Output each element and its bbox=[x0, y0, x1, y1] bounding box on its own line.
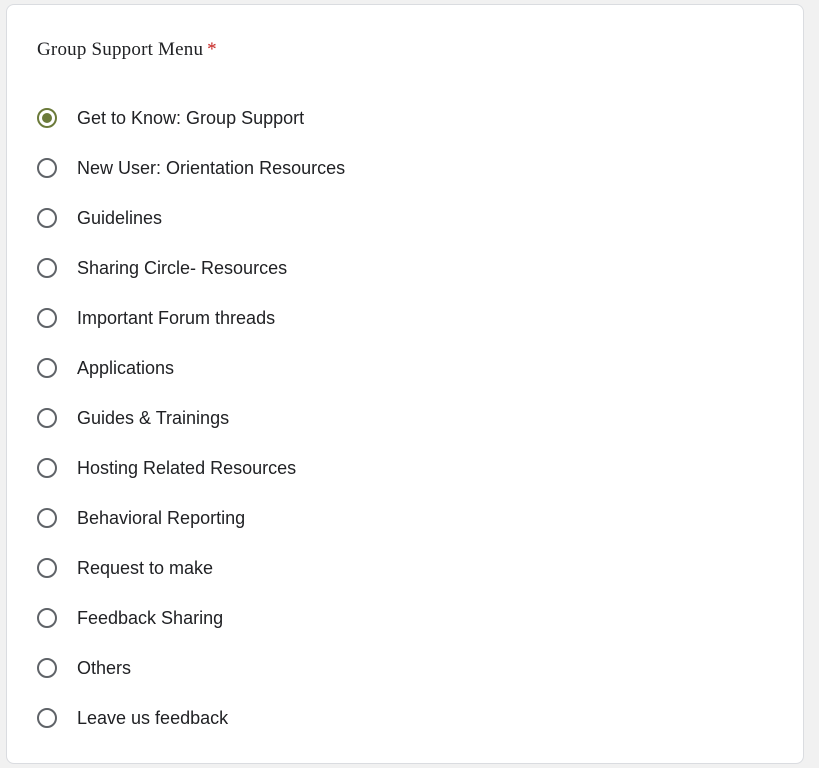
radio-option-forum-threads[interactable]: Important Forum threads bbox=[37, 293, 777, 343]
option-label: New User: Orientation Resources bbox=[77, 157, 346, 178]
option-label: Applications bbox=[77, 357, 175, 378]
option-label: Get to Know: Group Support bbox=[77, 107, 305, 128]
radio-option-applications[interactable]: Applications bbox=[37, 343, 777, 393]
radio-button[interactable] bbox=[37, 408, 57, 428]
radio-option-sharing-circle[interactable]: Sharing Circle- Resources bbox=[37, 243, 777, 293]
option-label: Behavioral Reporting bbox=[77, 507, 246, 528]
option-label: Leave us feedback bbox=[77, 707, 229, 728]
question-title: Group Support Menu * bbox=[37, 39, 217, 61]
option-label: Feedback Sharing bbox=[77, 607, 224, 628]
radio-button[interactable] bbox=[37, 258, 57, 278]
radio-button[interactable] bbox=[37, 308, 57, 328]
radio-button[interactable] bbox=[37, 358, 57, 378]
radio-option-hosting-resources[interactable]: Hosting Related Resources bbox=[37, 443, 777, 493]
radio-button[interactable] bbox=[37, 108, 57, 128]
option-label: Request to make bbox=[77, 557, 214, 578]
radio-option-request-to-make[interactable]: Request to make bbox=[37, 543, 777, 593]
option-label: Guidelines bbox=[77, 207, 163, 228]
question-card: Group Support Menu * Get to Know: Group S… bbox=[6, 4, 804, 764]
radio-option-behavioral-reporting[interactable]: Behavioral Reporting bbox=[37, 493, 777, 543]
required-asterisk: * bbox=[207, 39, 217, 60]
radio-option-others[interactable]: Others bbox=[37, 643, 777, 693]
radio-option-feedback-sharing[interactable]: Feedback Sharing bbox=[37, 593, 777, 643]
radio-group: Get to Know: Group Support New User: Ori… bbox=[37, 93, 777, 743]
option-label: Sharing Circle- Resources bbox=[77, 257, 288, 278]
radio-button[interactable] bbox=[37, 608, 57, 628]
radio-button[interactable] bbox=[37, 208, 57, 228]
radio-option-guides-trainings[interactable]: Guides & Trainings bbox=[37, 393, 777, 443]
radio-option-get-to-know[interactable]: Get to Know: Group Support bbox=[37, 93, 777, 143]
option-label: Important Forum threads bbox=[77, 307, 276, 328]
radio-button[interactable] bbox=[37, 508, 57, 528]
option-label: Others bbox=[77, 657, 132, 678]
radio-button[interactable] bbox=[37, 158, 57, 178]
option-label: Guides & Trainings bbox=[77, 407, 230, 428]
radio-option-leave-feedback[interactable]: Leave us feedback bbox=[37, 693, 777, 743]
radio-option-guidelines[interactable]: Guidelines bbox=[37, 193, 777, 243]
radio-button[interactable] bbox=[37, 458, 57, 478]
radio-button[interactable] bbox=[37, 558, 57, 578]
radio-button[interactable] bbox=[37, 658, 57, 678]
radio-button[interactable] bbox=[37, 708, 57, 728]
radio-option-new-user-orientation[interactable]: New User: Orientation Resources bbox=[37, 143, 777, 193]
question-title-text: Group Support Menu bbox=[37, 39, 204, 60]
option-label: Hosting Related Resources bbox=[77, 457, 297, 478]
